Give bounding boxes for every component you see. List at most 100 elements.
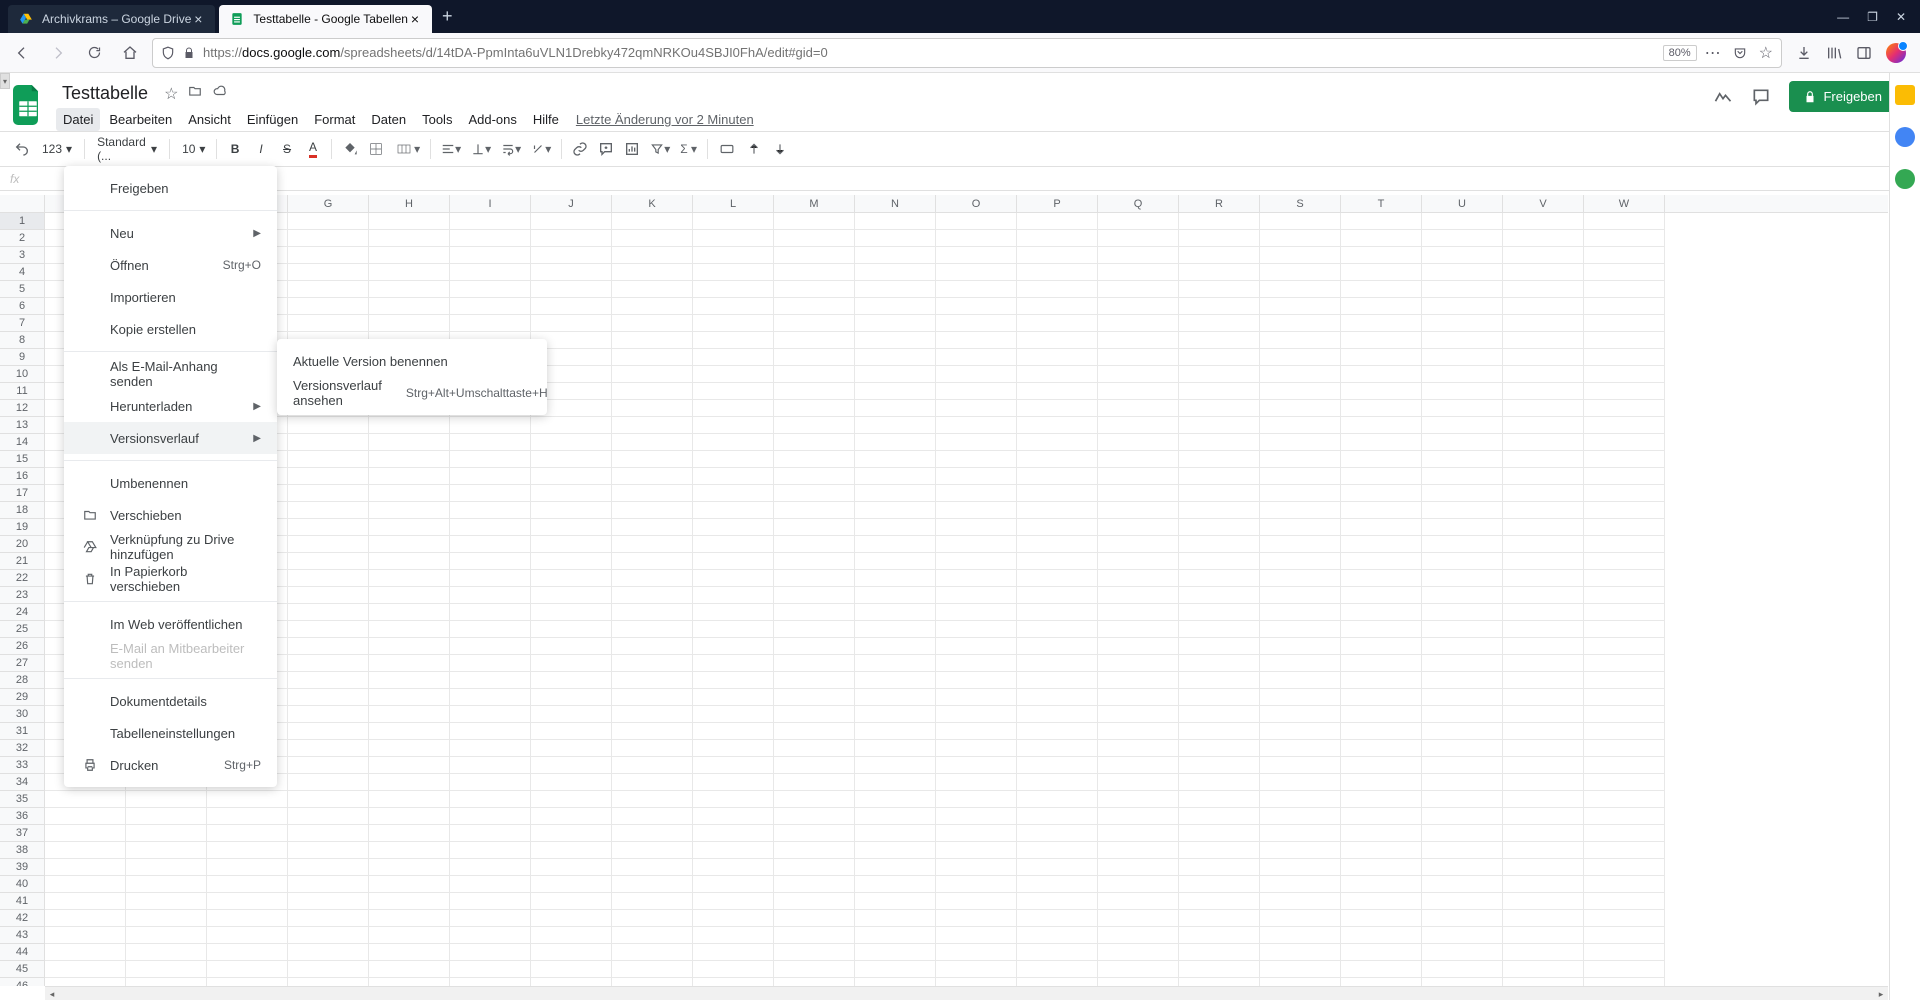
cell[interactable] — [1584, 502, 1665, 519]
cell[interactable] — [693, 570, 774, 587]
cell[interactable] — [1584, 417, 1665, 434]
cell[interactable] — [612, 519, 693, 536]
cell[interactable] — [1179, 893, 1260, 910]
cell[interactable] — [369, 672, 450, 689]
cell[interactable] — [855, 655, 936, 672]
cell[interactable] — [1260, 621, 1341, 638]
row-header[interactable]: 27 — [0, 655, 45, 672]
cell[interactable] — [369, 808, 450, 825]
cell[interactable] — [1503, 774, 1584, 791]
cell[interactable] — [1503, 655, 1584, 672]
cell[interactable] — [369, 247, 450, 264]
cell[interactable] — [1017, 417, 1098, 434]
cell[interactable] — [1179, 757, 1260, 774]
cell[interactable] — [1584, 961, 1665, 978]
cell[interactable] — [1503, 944, 1584, 961]
cell[interactable] — [207, 842, 288, 859]
row-header[interactable]: 44 — [0, 944, 45, 961]
cell[interactable] — [774, 876, 855, 893]
cell[interactable] — [1179, 366, 1260, 383]
cell[interactable] — [1017, 604, 1098, 621]
cell[interactable] — [1422, 961, 1503, 978]
cell[interactable] — [774, 247, 855, 264]
cell[interactable] — [1422, 587, 1503, 604]
cell[interactable] — [1179, 281, 1260, 298]
link-button[interactable] — [568, 136, 592, 162]
row-header[interactable]: 43 — [0, 927, 45, 944]
row-header[interactable]: 4 — [0, 264, 45, 281]
cell[interactable] — [207, 808, 288, 825]
cell[interactable] — [1260, 944, 1341, 961]
cell[interactable] — [288, 434, 369, 451]
cell[interactable] — [1179, 213, 1260, 230]
cell[interactable] — [855, 774, 936, 791]
cell[interactable] — [288, 247, 369, 264]
cell[interactable] — [1179, 400, 1260, 417]
keyboard-button[interactable] — [714, 136, 740, 162]
cell[interactable] — [612, 774, 693, 791]
cell[interactable] — [531, 570, 612, 587]
cell[interactable] — [1341, 842, 1422, 859]
cell[interactable] — [1260, 349, 1341, 366]
cell[interactable] — [1017, 315, 1098, 332]
cell[interactable] — [1584, 383, 1665, 400]
row-header[interactable]: 17 — [0, 485, 45, 502]
menu-hilfe[interactable]: Hilfe — [526, 108, 566, 131]
cell[interactable] — [855, 842, 936, 859]
cell[interactable] — [369, 706, 450, 723]
cell[interactable] — [774, 366, 855, 383]
cell[interactable] — [1179, 876, 1260, 893]
cell[interactable] — [855, 281, 936, 298]
borders-button[interactable] — [364, 136, 388, 162]
cell[interactable] — [774, 655, 855, 672]
cell[interactable] — [45, 842, 126, 859]
cell[interactable] — [1098, 553, 1179, 570]
cell[interactable] — [1260, 570, 1341, 587]
cell[interactable] — [450, 842, 531, 859]
cell[interactable] — [855, 485, 936, 502]
cell[interactable] — [1098, 587, 1179, 604]
scroll-left-icon[interactable]: ◂ — [45, 987, 59, 1001]
cell[interactable] — [126, 842, 207, 859]
browser-tab-sheets[interactable]: Testtabelle - Google Tabellen × — [219, 5, 432, 33]
cell[interactable] — [369, 451, 450, 468]
cell[interactable] — [855, 349, 936, 366]
cell[interactable] — [1341, 570, 1422, 587]
cell[interactable] — [612, 706, 693, 723]
cell[interactable] — [1503, 621, 1584, 638]
cell[interactable] — [450, 791, 531, 808]
cell[interactable] — [1341, 400, 1422, 417]
cell[interactable] — [1098, 876, 1179, 893]
cell[interactable] — [1584, 230, 1665, 247]
cell[interactable] — [1098, 536, 1179, 553]
cell[interactable] — [450, 859, 531, 876]
cell[interactable] — [1422, 468, 1503, 485]
cell[interactable] — [288, 808, 369, 825]
cell[interactable] — [936, 689, 1017, 706]
cell[interactable] — [1341, 519, 1422, 536]
cell[interactable] — [1503, 536, 1584, 553]
cell[interactable] — [1422, 740, 1503, 757]
row-header[interactable]: 41 — [0, 893, 45, 910]
cell[interactable] — [1584, 434, 1665, 451]
cell[interactable] — [774, 281, 855, 298]
cell[interactable] — [936, 434, 1017, 451]
cell[interactable] — [1098, 723, 1179, 740]
reload-button[interactable] — [80, 39, 108, 67]
cell[interactable] — [936, 502, 1017, 519]
row-header[interactable]: 15 — [0, 451, 45, 468]
row-header[interactable]: 2 — [0, 230, 45, 247]
cell[interactable] — [936, 485, 1017, 502]
cell[interactable] — [693, 315, 774, 332]
cell[interactable] — [1179, 485, 1260, 502]
cell[interactable] — [1017, 400, 1098, 417]
cell[interactable] — [207, 961, 288, 978]
cell[interactable] — [774, 621, 855, 638]
row-header[interactable]: 10 — [0, 366, 45, 383]
cell[interactable] — [774, 893, 855, 910]
cell[interactable] — [1179, 655, 1260, 672]
cell[interactable] — [1422, 519, 1503, 536]
cell[interactable] — [450, 876, 531, 893]
close-icon[interactable]: × — [408, 12, 422, 26]
column-header[interactable]: G — [288, 195, 369, 212]
